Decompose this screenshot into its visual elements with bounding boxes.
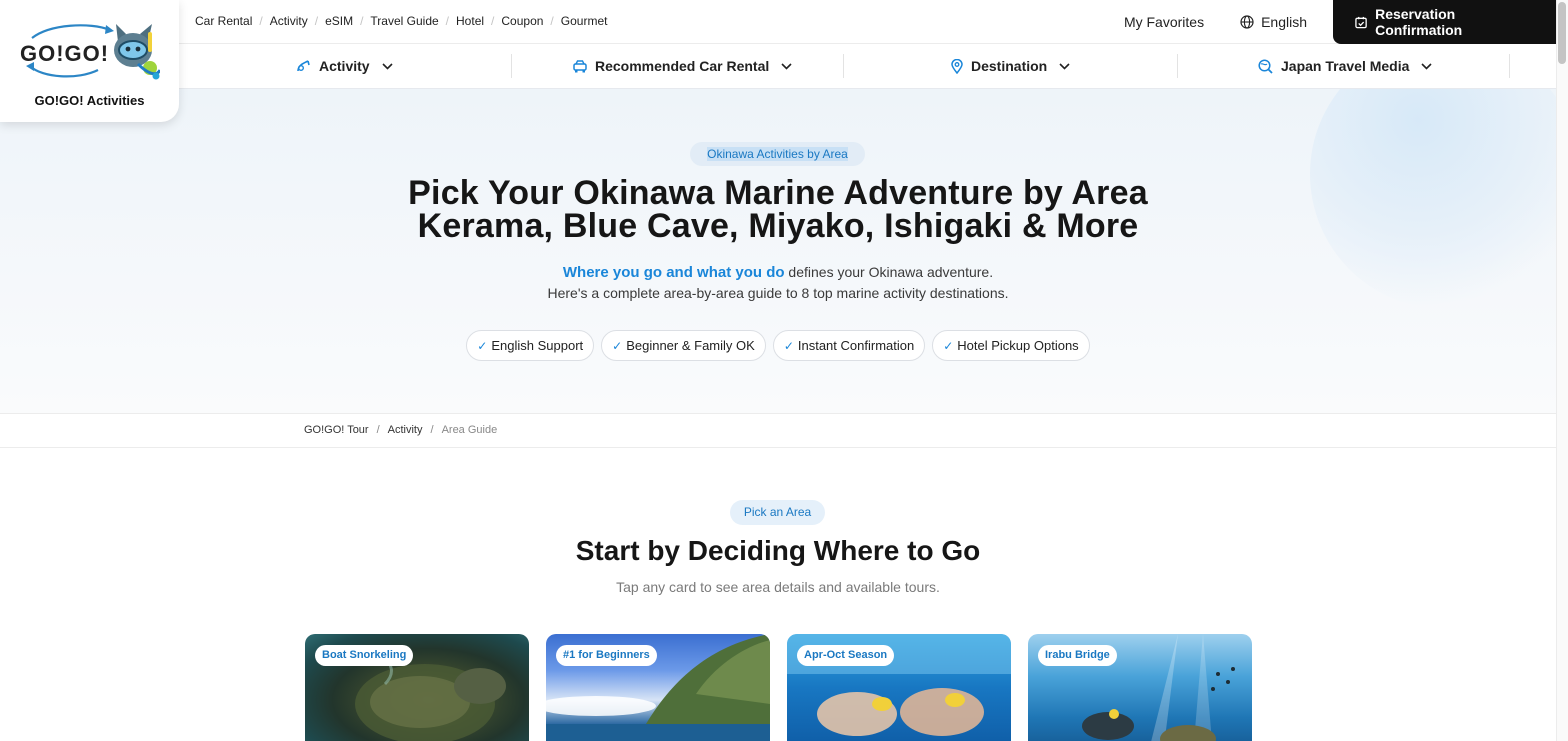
page-scrollbar[interactable]	[1556, 0, 1568, 741]
breadcrumb-home[interactable]: GO!GO! Tour	[304, 424, 369, 436]
separator: /	[430, 424, 434, 436]
hero-sub-line2: Here's a complete area-by-area guide to …	[547, 285, 1009, 301]
breadcrumb: GO!GO! Tour / Activity / Area Guide	[304, 424, 497, 436]
feature-chip: ✓ Hotel Pickup Options	[932, 330, 1090, 361]
nav-divider	[843, 54, 844, 78]
nav-divider	[511, 54, 512, 78]
top-link-activity[interactable]: Activity	[270, 14, 308, 28]
check-icon: ✓	[783, 338, 794, 353]
gogo-mascot-logo: GO!GO!	[20, 24, 160, 80]
top-link-coupon[interactable]: Coupon	[501, 14, 543, 28]
chevron-down-icon	[781, 62, 792, 70]
chevron-down-icon	[382, 62, 393, 70]
snorkel-icon	[297, 59, 310, 71]
check-icon: ✓	[943, 338, 954, 353]
breadcrumb-activity[interactable]: Activity	[388, 424, 423, 436]
hero-title: Pick Your Okinawa Marine Adventure by Ar…	[0, 176, 1556, 245]
top-right-actions: My Favorites English Reservation Confirm…	[1124, 0, 1556, 44]
main-navigation: Activity Recommended Car Rental Destinat…	[0, 44, 1556, 89]
check-icon: ✓	[477, 338, 488, 353]
separator: /	[259, 14, 263, 28]
section-pill: Pick an Area	[730, 500, 825, 525]
breadcrumb-bar: GO!GO! Tour / Activity / Area Guide	[0, 414, 1556, 448]
top-link-travel-guide[interactable]: Travel Guide	[370, 14, 438, 28]
check-icon: ✓	[612, 338, 623, 353]
hero-sub-highlight: Where you go and what you do	[562, 264, 785, 281]
top-bar: Car Rental / Activity / eSIM / Travel Gu…	[0, 0, 1556, 44]
separator: /	[491, 14, 495, 28]
feature-chip: ✓ Beginner & Family OK	[601, 330, 766, 361]
separator: /	[314, 14, 319, 28]
top-links: Car Rental / Activity / eSIM / Travel Gu…	[195, 14, 607, 28]
hero-section: Okinawa Activities by Area Pick Your Oki…	[0, 89, 1556, 414]
hero-title-line2: Kerama, Blue Cave, Miyako, Ishigaki & Mo…	[417, 207, 1139, 245]
feature-chip: ✓ English Support	[466, 330, 595, 361]
site-logo[interactable]: GO!GO! GO!GO! Activities	[0, 0, 179, 122]
nav-item-activity[interactable]: Activity	[296, 44, 393, 88]
hero-pill-label: Okinawa Activities by Area	[707, 147, 848, 161]
feature-chip: ✓ Instant Confirmation	[772, 330, 926, 361]
calendar-check-icon	[1355, 16, 1367, 28]
nav-item-japan-travel-media[interactable]: Japan Travel Media	[1258, 44, 1432, 88]
card-tag: Apr-Oct Season	[797, 645, 895, 666]
top-link-esim[interactable]: eSIM	[325, 14, 353, 28]
language-label: English	[1261, 14, 1307, 30]
reservation-label: Reservation Confirmation	[1375, 6, 1463, 38]
hero-sub-rest: defines your Okinawa adventure.	[784, 264, 994, 280]
favorites-link[interactable]: My Favorites	[1124, 14, 1204, 30]
area-card[interactable]: Apr-Oct Season	[787, 634, 1011, 741]
map-pin-icon	[951, 58, 963, 74]
section-title: Start by Deciding Where to Go	[575, 535, 981, 566]
logo-wordmark: GO!GO!	[20, 41, 109, 66]
globe-search-icon	[1258, 58, 1273, 74]
scrollbar-thumb[interactable]	[1558, 2, 1566, 64]
area-card[interactable]: Boat Snorkeling	[305, 634, 529, 741]
chip-label: Instant Confirmation	[797, 338, 915, 353]
logo-name: GO!GO! Activities	[34, 93, 145, 108]
separator: /	[445, 14, 450, 28]
top-link-hotel[interactable]: Hotel	[456, 14, 484, 28]
car-icon	[573, 59, 587, 72]
nav-item-destination[interactable]: Destination	[951, 44, 1070, 88]
nav-divider	[1177, 54, 1178, 78]
chevron-down-icon	[1421, 62, 1432, 70]
feature-chips: ✓ English Support ✓ Beginner & Family OK ✓…	[0, 330, 1556, 361]
reservation-confirmation-button[interactable]: Reservation Confirmation	[1333, 0, 1556, 44]
nav-item-car-rental[interactable]: Recommended Car Rental	[573, 44, 792, 88]
card-tag: Boat Snorkeling	[315, 645, 414, 666]
separator: /	[360, 14, 364, 28]
nav-label: Japan Travel Media	[1281, 58, 1410, 74]
nav-divider	[1509, 54, 1510, 78]
card-tag: Irabu Bridge	[1038, 645, 1117, 666]
card-tag: #1 for Beginners	[556, 645, 657, 666]
area-card[interactable]: Irabu Bridge	[1028, 634, 1252, 741]
top-link-gourmet[interactable]: Gourmet	[561, 14, 608, 28]
chevron-down-icon	[1059, 62, 1070, 70]
hero-subtitle: Where you go and what you do defines you…	[0, 262, 1556, 304]
top-link-car-rental[interactable]: Car Rental	[195, 14, 252, 28]
area-card[interactable]: #1 for Beginners	[546, 634, 770, 741]
separator: /	[376, 424, 380, 436]
globe-icon	[1240, 15, 1254, 29]
nav-label: Recommended Car Rental	[595, 58, 770, 74]
nav-label: Activity	[319, 58, 370, 74]
separator: /	[550, 14, 554, 28]
language-selector[interactable]: English	[1240, 14, 1307, 30]
section-subtitle: Tap any card to see area details and ava…	[616, 579, 940, 595]
chip-label: English Support	[491, 338, 584, 353]
hero-category-pill: Okinawa Activities by Area	[690, 142, 865, 166]
chip-label: Beginner & Family OK	[626, 338, 755, 353]
nav-label: Destination	[971, 58, 1048, 74]
chip-label: Hotel Pickup Options	[957, 338, 1079, 353]
breadcrumb-current: Area Guide	[441, 424, 498, 436]
